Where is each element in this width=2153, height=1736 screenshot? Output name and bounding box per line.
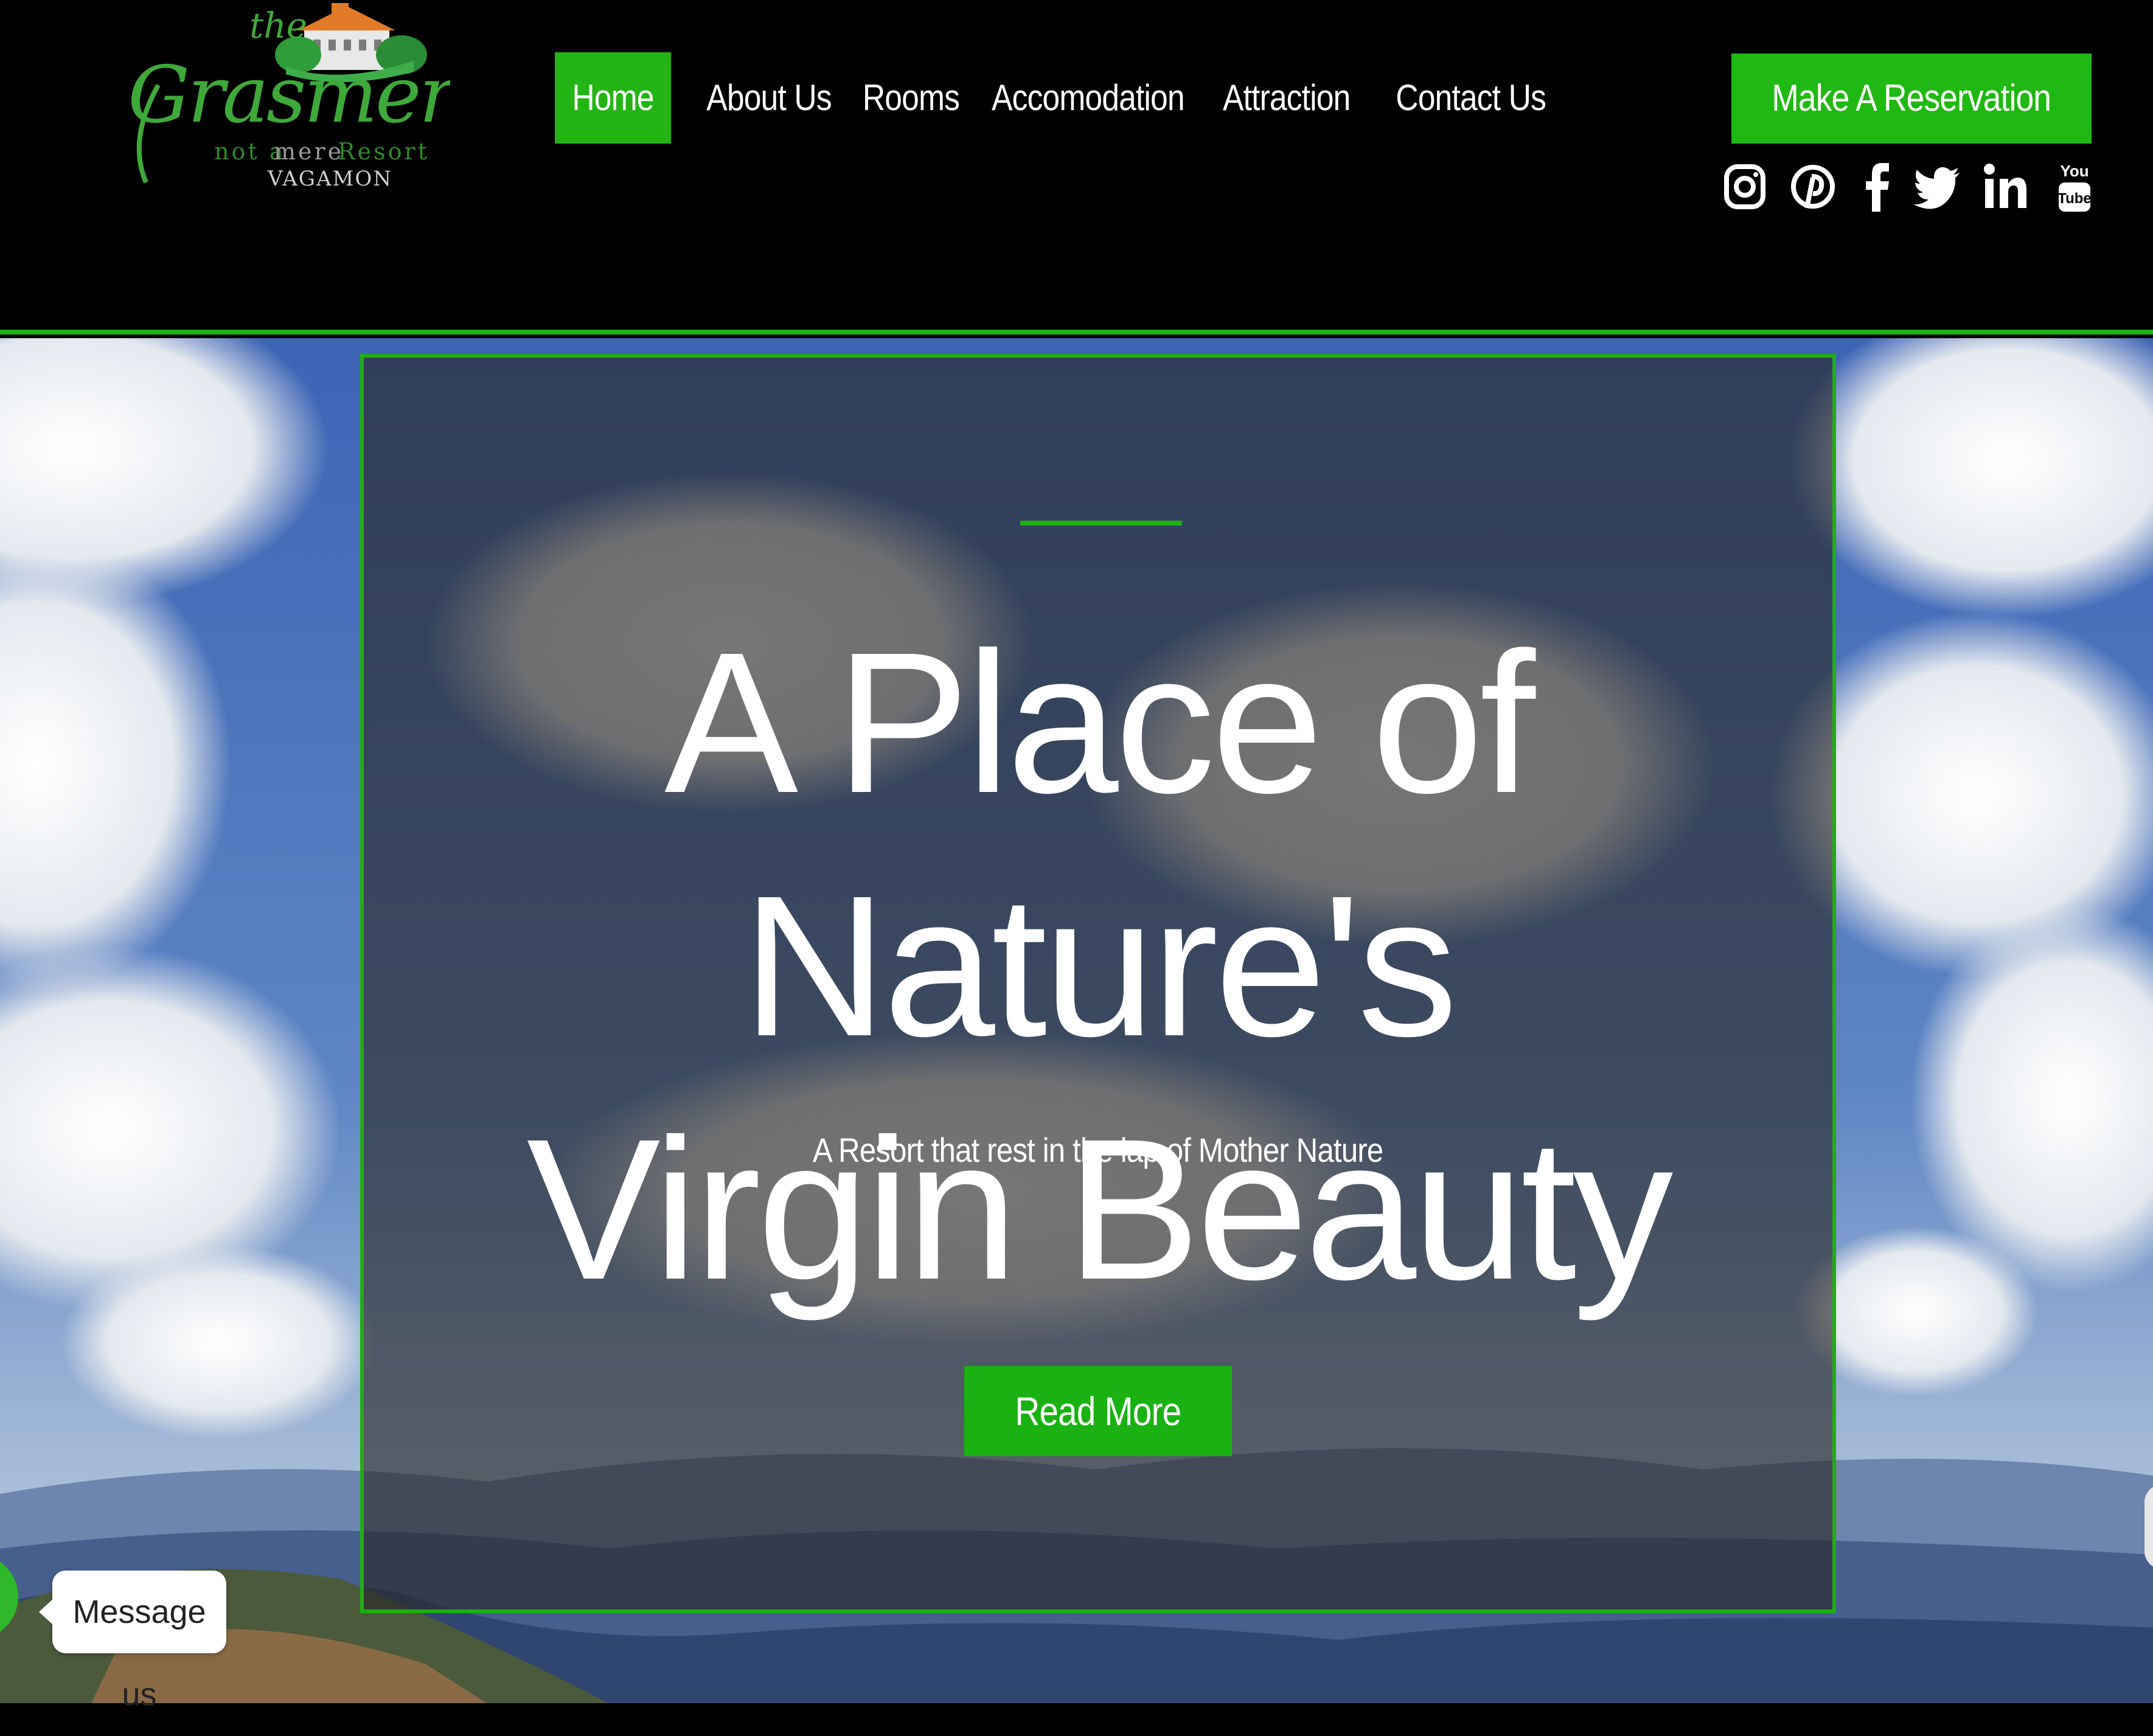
instagram-icon[interactable]	[1722, 159, 1770, 214]
pinterest-icon[interactable]	[1789, 159, 1837, 214]
svg-text:Grasmere: Grasmere	[128, 50, 450, 141]
linkedin-icon[interactable]	[1980, 159, 2029, 214]
hero-subtitle-text: A Resort that rest in the lap of Mother …	[813, 1131, 1383, 1169]
svg-text:Resort: Resort	[338, 138, 430, 165]
side-widget-handle[interactable]	[2144, 1484, 2153, 1569]
svg-text:the: the	[249, 5, 307, 46]
youtube-icon[interactable]: You Tube	[2050, 159, 2099, 214]
hero-section: A Place of Nature's Virgin Beauty A Reso…	[0, 338, 2153, 1703]
make-reservation-button[interactable]: Make A Reservation	[1731, 54, 2092, 144]
facebook-icon[interactable]	[1852, 159, 1901, 214]
message-us-bubble[interactable]: Message us	[39, 1571, 226, 1713]
svg-text:mere: mere	[274, 138, 344, 165]
twitter-icon[interactable]	[1913, 159, 1962, 214]
svg-text:VAGAMON: VAGAMON	[267, 167, 392, 191]
site-header: the Grasmere not a mere Resort VAGAMON H…	[0, 0, 2153, 335]
svg-text:Tube: Tube	[2057, 190, 2092, 207]
hero-title-line-1: A Place of Nature's	[664, 610, 1536, 1078]
nav-accomodation[interactable]: Accomodation	[992, 52, 1185, 144]
nav-home[interactable]: Home	[555, 52, 671, 144]
nav-about-us[interactable]: About Us	[690, 52, 847, 144]
accent-divider	[1020, 521, 1182, 526]
read-more-button[interactable]: Read More	[964, 1366, 1232, 1456]
nav-contact-us[interactable]: Contact Us	[1387, 52, 1554, 144]
grasmere-logo[interactable]: the Grasmere not a mere Resort VAGAMON	[122, 0, 450, 201]
hero-subtitle: A Resort that rest in the lap of Mother …	[364, 1130, 1832, 1170]
hero-panel: A Place of Nature's Virgin Beauty A Reso…	[360, 354, 1836, 1613]
hero-title: A Place of Nature's Virgin Beauty	[364, 601, 1832, 1331]
read-more-label: Read More	[1015, 1389, 1181, 1434]
svg-text:You: You	[2060, 162, 2089, 180]
nav-attraction[interactable]: Attraction	[1223, 52, 1351, 144]
make-reservation-label: Make A Reservation	[1772, 77, 2052, 119]
nav-rooms[interactable]: Rooms	[855, 52, 967, 144]
